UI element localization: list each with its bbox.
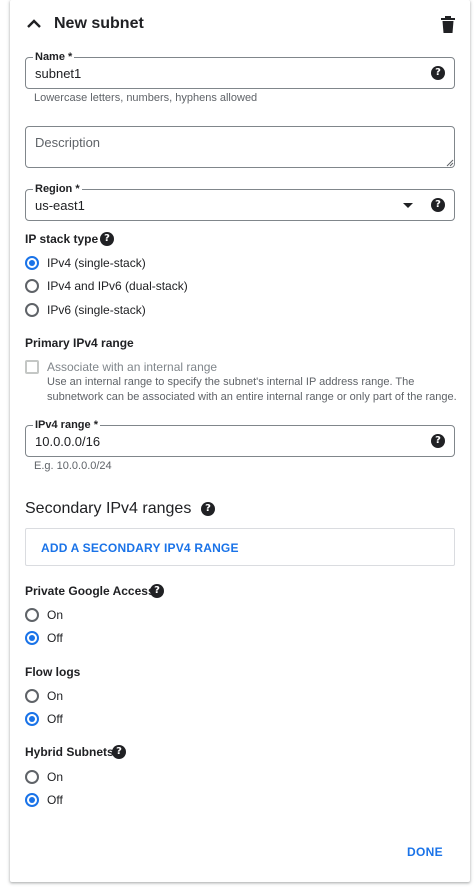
name-field[interactable]: Name * subnet1 ? [25,51,455,89]
secondary-ranges-title: Secondary IPv4 ranges [25,500,192,517]
radio-button[interactable] [25,279,39,293]
radio-pga-on[interactable]: On [25,606,63,624]
radio-button[interactable] [25,303,39,317]
help-icon[interactable]: ? [431,434,445,448]
add-secondary-range-label: ADD A SECONDARY IPV4 RANGE [41,541,239,555]
ipv4-range-value[interactable]: 10.0.0.0/16 [35,434,100,449]
radio-button[interactable] [25,793,39,807]
radio-button[interactable] [25,631,39,645]
ipv4-range-hint: E.g. 10.0.0.0/24 [34,460,112,472]
private-google-access-label: Private Google Access [25,584,155,598]
radio-ipv4-single[interactable]: IPv4 (single-stack) [25,254,146,272]
new-subnet-card: New subnet Name * subnet1 ? Lowercase le… [10,0,470,882]
delete-icon[interactable] [440,16,456,34]
panel-title: New subnet [54,15,144,32]
help-icon[interactable]: ? [201,502,215,516]
primary-range-label: Primary IPv4 range [25,336,134,350]
help-icon[interactable]: ? [431,198,445,212]
region-field-label: Region * [33,183,82,195]
chevron-up-icon[interactable] [24,14,44,34]
help-icon[interactable]: ? [150,584,164,598]
internal-range-checkbox[interactable] [25,360,39,374]
flow-logs-label: Flow logs [25,665,81,679]
hybrid-subnets-label: Hybrid Subnets [25,745,114,759]
region-select[interactable]: Region * us-east1 ? [25,183,455,221]
ipv4-range-field[interactable]: IPv4 range * 10.0.0.0/16 ? [25,419,455,457]
name-field-label: Name * [33,51,75,63]
help-icon[interactable]: ? [112,745,126,759]
radio-flow-logs-on[interactable]: On [25,687,63,705]
internal-range-checkbox-label: Associate with an internal range [47,360,218,374]
region-value: us-east1 [35,198,85,213]
description-field[interactable]: Description [25,126,455,168]
dropdown-arrow-icon[interactable] [403,203,413,208]
radio-button[interactable] [25,712,39,726]
add-secondary-range-button[interactable]: ADD A SECONDARY IPV4 RANGE [25,528,455,566]
radio-button[interactable] [25,770,39,784]
ip-stack-label: IP stack type [25,232,99,246]
radio-button[interactable] [25,608,39,622]
radio-hybrid-on[interactable]: On [25,768,63,786]
ipv4-range-label: IPv4 range * [33,419,100,431]
help-icon[interactable]: ? [100,232,114,246]
radio-button[interactable] [25,689,39,703]
radio-ipv6-single[interactable]: IPv6 (single-stack) [25,301,146,319]
name-hint: Lowercase letters, numbers, hyphens allo… [34,92,258,104]
name-input-value[interactable]: subnet1 [35,66,81,81]
internal-range-description: Use an internal range to specify the sub… [47,376,457,403]
description-placeholder: Description [35,135,101,150]
radio-pga-off[interactable]: Off [25,629,63,647]
help-icon[interactable]: ? [431,66,445,80]
done-button[interactable]: DONE [407,845,443,859]
radio-button[interactable] [25,256,39,270]
resize-handle-icon[interactable] [446,159,454,167]
radio-ipv4-ipv6-dual[interactable]: IPv4 and IPv6 (dual-stack) [25,277,188,295]
radio-hybrid-off[interactable]: Off [25,791,63,809]
radio-flow-logs-off[interactable]: Off [25,710,63,728]
